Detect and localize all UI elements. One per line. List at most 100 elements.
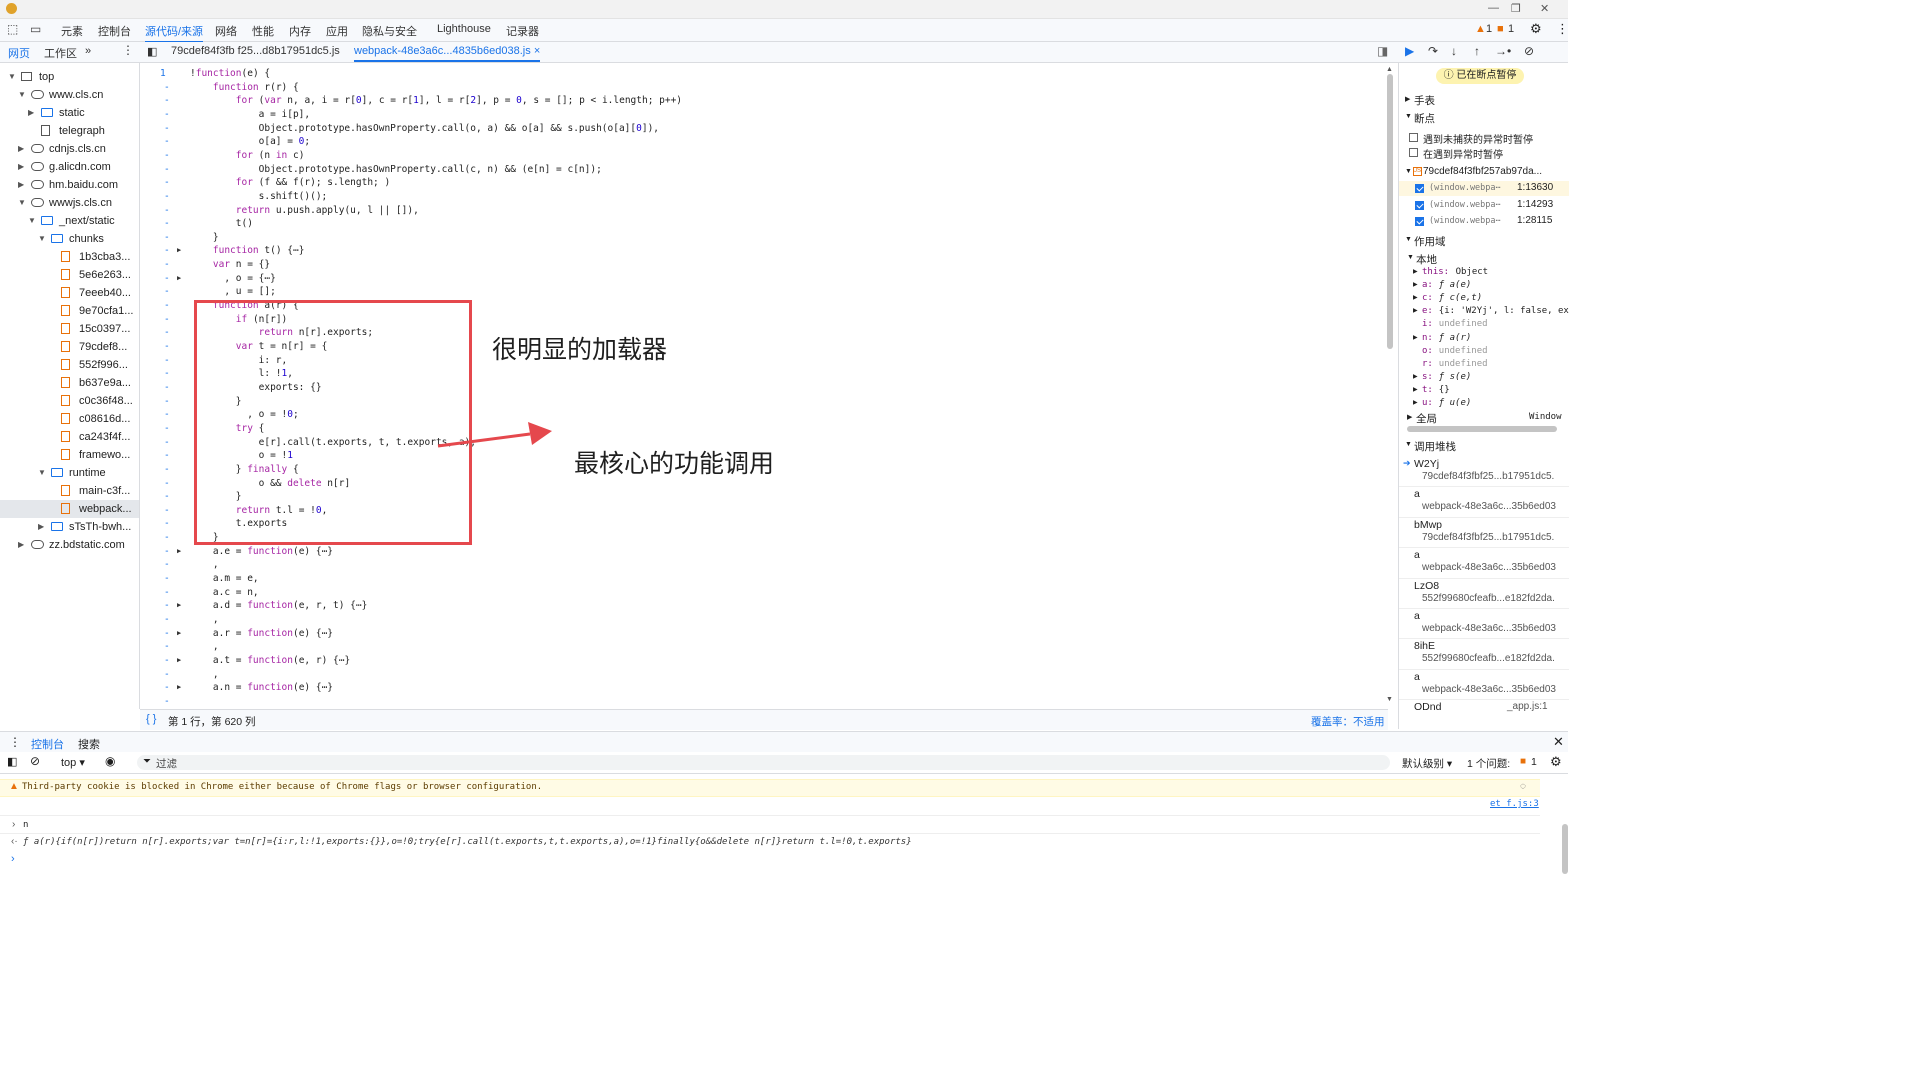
callstack-frame[interactable]: a webpack-48e3a6c...35b6ed03	[1399, 609, 1569, 639]
breakpoint-item[interactable]: (window.webpa⋯ 1:28115	[1399, 214, 1569, 229]
line-number[interactable]: -	[164, 490, 170, 503]
code-line[interactable]: - }	[140, 231, 1380, 244]
tree-item[interactable]: ▶ static	[0, 104, 139, 122]
line-number[interactable]: -	[164, 408, 170, 421]
pause-uncaught-checkbox[interactable]	[1409, 133, 1418, 142]
restore-icon[interactable]: ❐	[1511, 2, 1521, 15]
scope-variable[interactable]: r: undefined	[1399, 358, 1569, 371]
line-number[interactable]: -	[164, 668, 170, 681]
settings-gear-icon[interactable]: ⚙	[1530, 21, 1542, 37]
tree-item[interactable]: 552f996...	[0, 356, 139, 374]
callstack-frame[interactable]: LzO8 552f99680cfeafb...e182fd2da.	[1399, 579, 1569, 609]
tree-item[interactable]: ▶ hm.baidu.com	[0, 176, 139, 194]
scroll-down-icon[interactable]: ▼	[1386, 696, 1393, 703]
line-number[interactable]: -	[164, 149, 170, 162]
tree-item[interactable]: ▶ cdnjs.cls.cn	[0, 140, 139, 158]
line-number[interactable]: -	[164, 354, 170, 367]
code-line[interactable]: - for (n in c)	[140, 149, 1380, 162]
code-line[interactable]: - t()	[140, 217, 1380, 230]
close-tab-icon[interactable]: ×	[534, 45, 540, 57]
line-number[interactable]: -	[164, 272, 170, 285]
tab-console[interactable]: 控制台	[98, 23, 131, 39]
file-tab-webpack[interactable]: webpack-48e3a6c...4835b6ed038.js ×	[354, 45, 541, 62]
toggle-debugger-icon[interactable]: ◨	[1377, 44, 1388, 58]
tree-item[interactable]: ▼ www.cls.cn	[0, 86, 139, 104]
line-number[interactable]: -	[164, 244, 170, 257]
line-number[interactable]: -	[164, 190, 170, 203]
expanded-arrow-icon[interactable]: ▼	[18, 194, 26, 212]
collapsed-arrow-icon[interactable]: ▶	[1413, 373, 1418, 380]
line-number[interactable]: -	[164, 231, 170, 244]
pause-caught-checkbox[interactable]	[1409, 148, 1418, 157]
warning-source-link[interactable]: et_f.js:3	[1490, 799, 1539, 809]
fold-arrow-icon[interactable]: ▶	[177, 627, 181, 640]
editor-scrollbar[interactable]: ▲ ▼	[1386, 66, 1394, 706]
tree-item[interactable]: ▼ chunks	[0, 230, 139, 248]
collapsed-arrow-icon[interactable]: ▶	[1413, 294, 1418, 301]
tab-sources[interactable]: 源代码/来源	[145, 23, 204, 43]
scope-variable[interactable]: ▶ a: ƒ a(e)	[1399, 279, 1569, 292]
code-line[interactable]: - ▶ a.d = function(e, r, t) {⋯}	[140, 599, 1380, 612]
code-line[interactable]: - ▶ a.n = function(e) {⋯}	[140, 681, 1380, 694]
collapsed-arrow-icon[interactable]: ▶	[18, 536, 24, 554]
tree-item[interactable]: 9e70cfa1...	[0, 302, 139, 320]
console-filter-input[interactable]: ⏷ 过滤	[137, 755, 1390, 770]
code-line[interactable]: - ▶ a.r = function(e) {⋯}	[140, 627, 1380, 640]
line-number[interactable]: -	[164, 340, 170, 353]
line-number[interactable]: -	[164, 463, 170, 476]
console-settings-icon[interactable]: ⚙	[1550, 754, 1562, 770]
breakpoint-checkbox[interactable]	[1415, 184, 1424, 193]
line-number[interactable]: -	[164, 326, 170, 339]
collapsed-arrow-icon[interactable]: ▶	[18, 140, 24, 158]
clear-console-icon[interactable]: ⊘	[30, 754, 40, 768]
code-line[interactable]: - var n = {}	[140, 258, 1380, 271]
code-line[interactable]: - ▶ a.t = function(e, r) {⋯}	[140, 654, 1380, 667]
tree-item[interactable]: 7eeeb40...	[0, 284, 139, 302]
tab-network[interactable]: 网络	[215, 23, 237, 39]
line-number[interactable]: 1	[160, 67, 166, 80]
tree-item[interactable]: main-c3f...	[0, 482, 139, 500]
code-line[interactable]: - a.m = e,	[140, 572, 1380, 585]
expanded-arrow-icon[interactable]: ▼	[18, 86, 26, 104]
scope-variable[interactable]: ▶ u: ƒ u(e)	[1399, 397, 1569, 410]
warning-icon[interactable]: ▲	[1475, 23, 1486, 35]
warning-source-icon[interactable]: ◌	[1520, 781, 1526, 792]
line-number[interactable]: -	[164, 449, 170, 462]
scope-variable[interactable]: ▶ n: ƒ a(r)	[1399, 332, 1569, 345]
tree-item[interactable]: framewo...	[0, 446, 139, 464]
tree-item[interactable]: 15c0397...	[0, 320, 139, 338]
breakpoint-checkbox[interactable]	[1415, 217, 1424, 226]
collapsed-arrow-icon[interactable]: ▶	[1413, 307, 1418, 314]
line-number[interactable]: -	[164, 681, 170, 694]
line-number[interactable]: -	[164, 258, 170, 271]
console-prompt-icon[interactable]: ›	[11, 853, 15, 865]
tree-item[interactable]: c0c36f48...	[0, 392, 139, 410]
minimize-icon[interactable]: —	[1488, 2, 1499, 14]
tab-workspace[interactable]: 工作区	[44, 45, 77, 61]
drawer-tab-search[interactable]: 搜索	[78, 736, 100, 752]
tree-item[interactable]: c08616d...	[0, 410, 139, 428]
line-number[interactable]: -	[164, 695, 170, 708]
line-number[interactable]: -	[164, 436, 170, 449]
tree-item[interactable]: 5e6e263...	[0, 266, 139, 284]
code-line[interactable]: - ,	[140, 613, 1380, 626]
tab-performance[interactable]: 性能	[252, 23, 274, 39]
line-number[interactable]: -	[164, 613, 170, 626]
step-out-icon[interactable]: ↑	[1474, 44, 1480, 58]
close-drawer-icon[interactable]: ✕	[1553, 734, 1564, 750]
breakpoint-item[interactable]: (window.webpa⋯ 1:13630	[1399, 181, 1569, 196]
errors-count[interactable]: 1	[1508, 23, 1514, 35]
line-number[interactable]: -	[164, 217, 170, 230]
line-number[interactable]: -	[164, 517, 170, 530]
scope-variable[interactable]: ▶ t: {}	[1399, 384, 1569, 397]
fold-arrow-icon[interactable]: ▶	[177, 681, 181, 694]
code-line[interactable]: - ▶ function t() {⋯}	[140, 244, 1380, 257]
line-number[interactable]: -	[164, 176, 170, 189]
callstack-frame[interactable]: 8ihE 552f99680cfeafb...e182fd2da.	[1399, 639, 1569, 669]
tree-item[interactable]: telegraph	[0, 122, 139, 140]
code-line[interactable]: - function r(r) {	[140, 81, 1380, 94]
coverage-status[interactable]: 覆盖率：不适用	[1311, 714, 1385, 729]
line-number[interactable]: -	[164, 640, 170, 653]
issues-count[interactable]: 1	[1531, 756, 1537, 768]
line-number[interactable]: -	[164, 122, 170, 135]
